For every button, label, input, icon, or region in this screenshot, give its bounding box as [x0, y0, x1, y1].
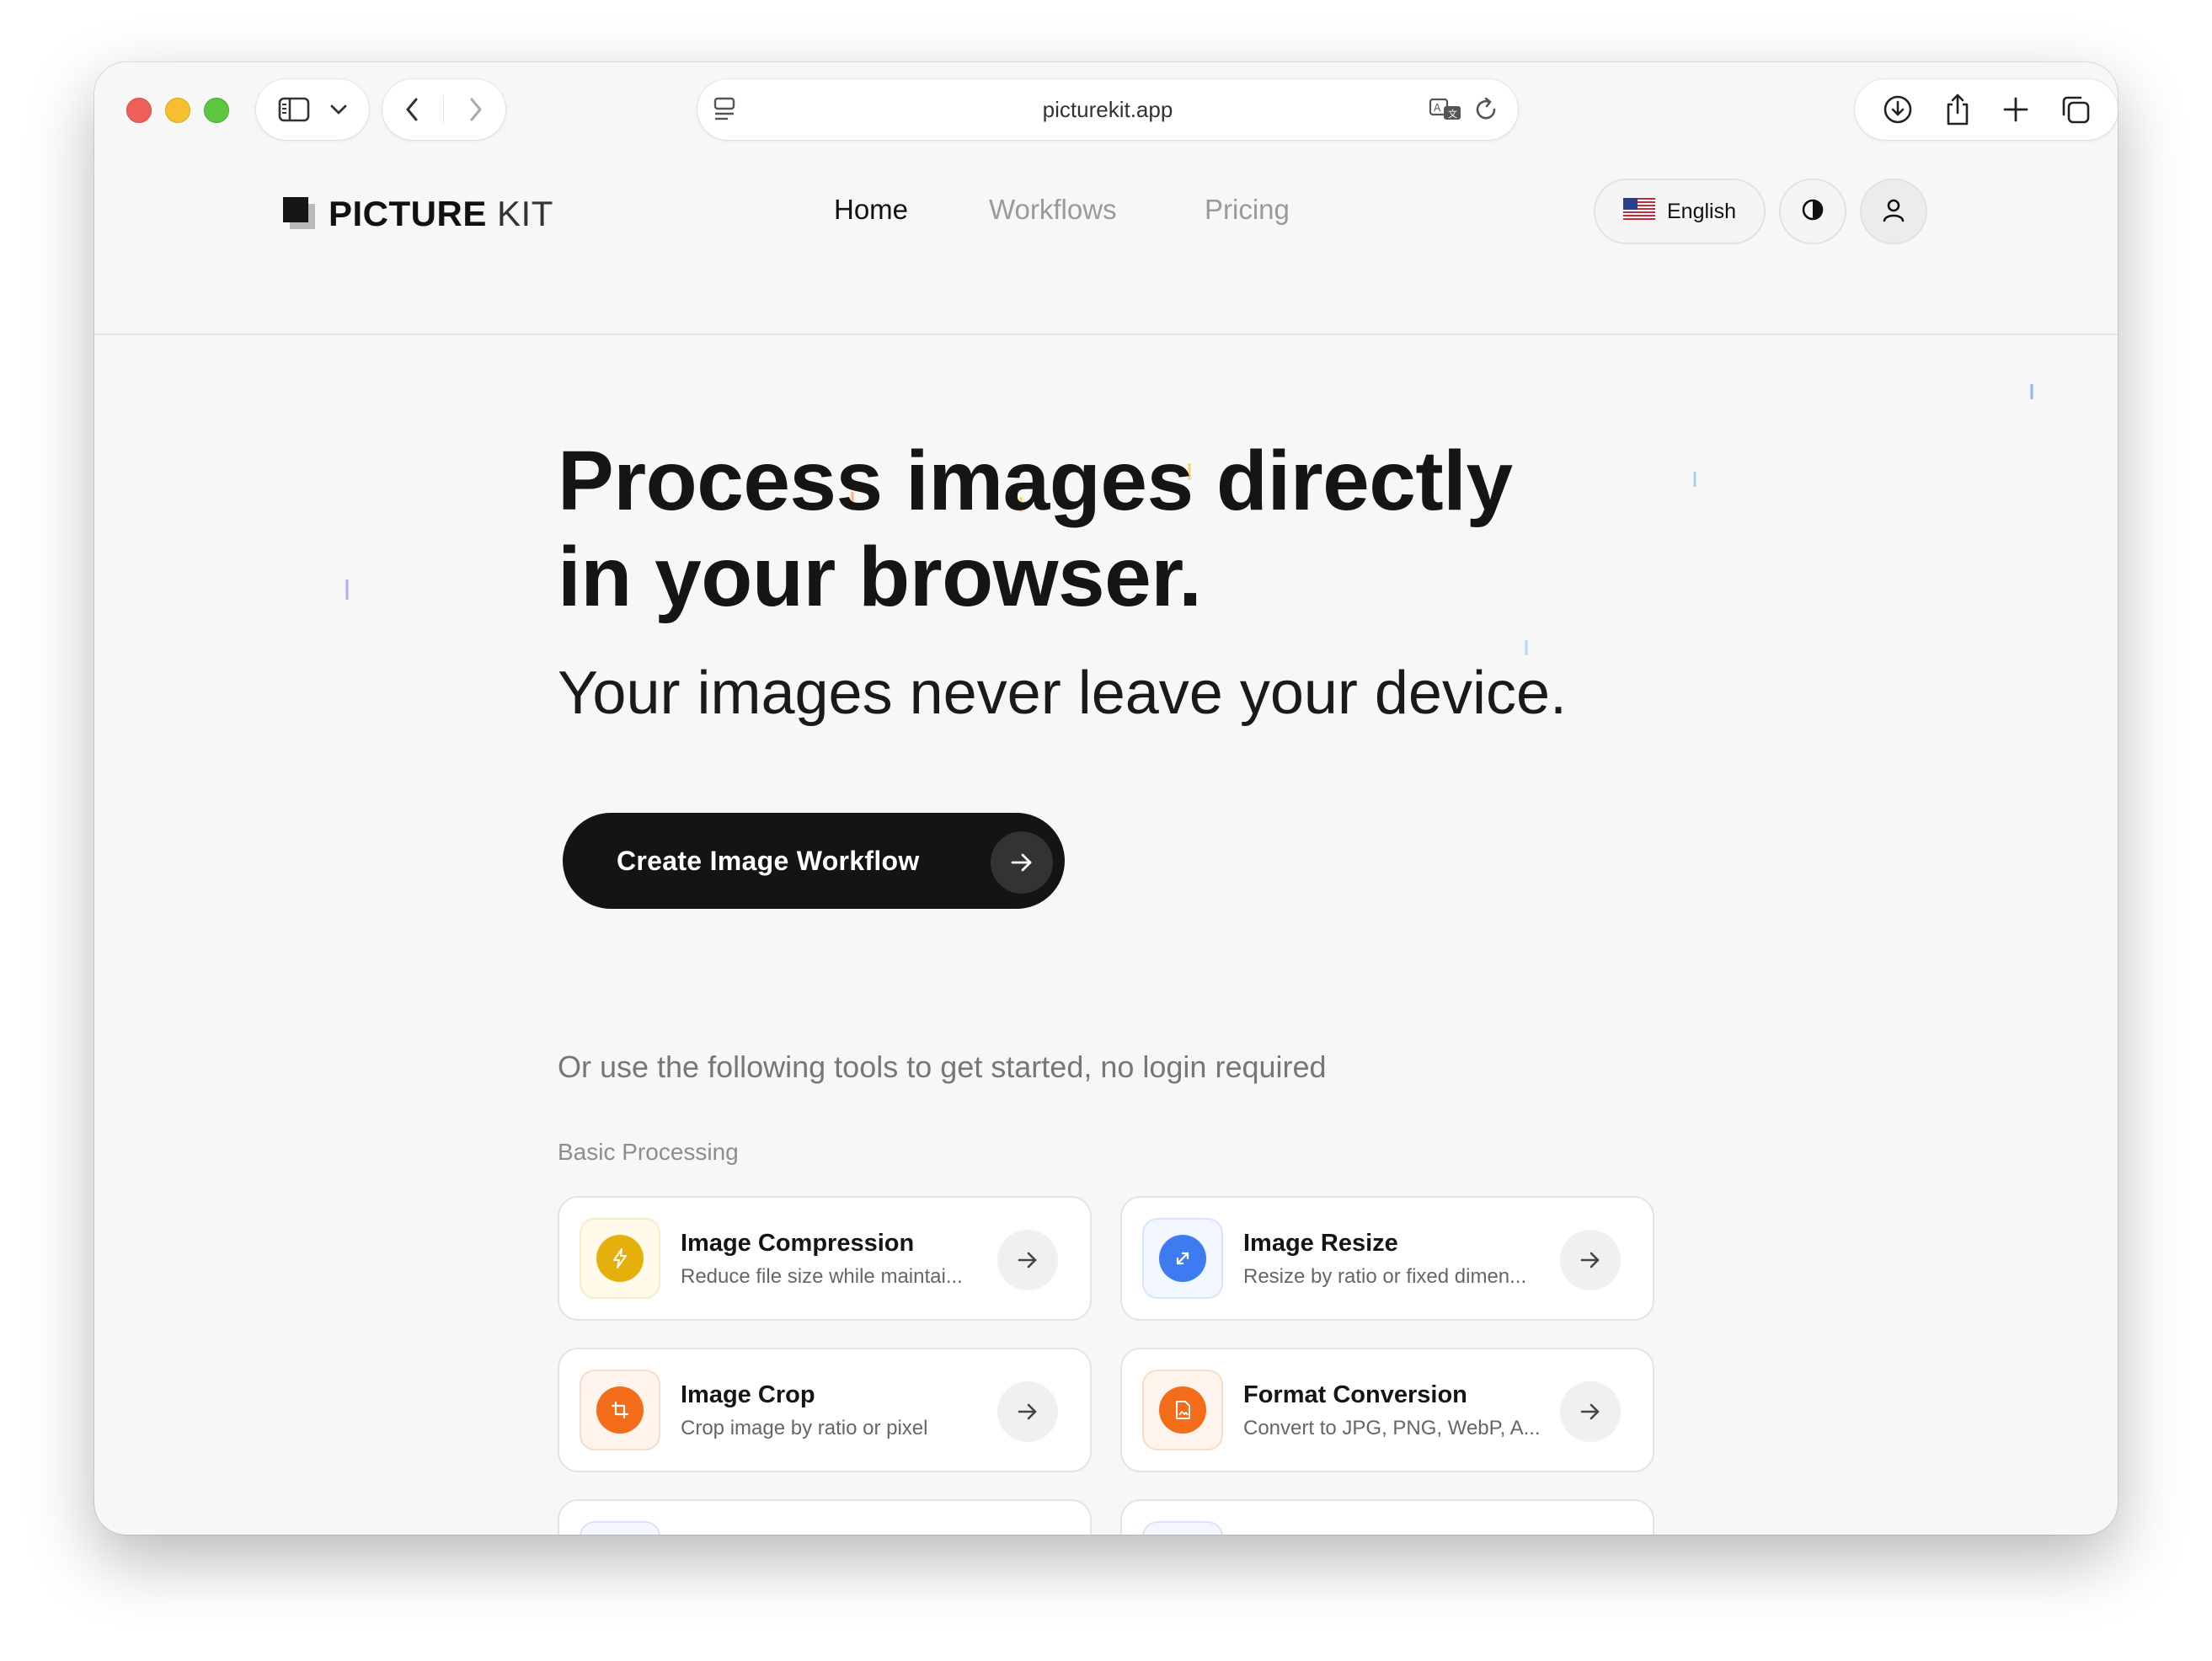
chevron-down-icon[interactable]: [329, 104, 348, 115]
nav-divider: [443, 95, 445, 124]
close-window-button[interactable]: [126, 98, 152, 123]
tab-overview-icon[interactable]: [2060, 94, 2091, 125]
share-icon[interactable]: [1944, 93, 1971, 126]
tool-icon-tile: [580, 1218, 660, 1299]
zoom-window-button[interactable]: [204, 98, 229, 123]
tool-name: Image Compression: [681, 1230, 915, 1257]
language-label: English: [1667, 199, 1736, 223]
tool-icon-tile: [580, 1521, 660, 1535]
svg-text:文: 文: [1448, 108, 1457, 120]
user-icon: [1882, 197, 1905, 227]
language-select-button[interactable]: English: [1594, 179, 1766, 244]
translate-icon[interactable]: A文: [1429, 96, 1462, 123]
browser-toolbar: picturekit.app A文: [94, 62, 2118, 158]
arrow-right-icon[interactable]: [997, 1230, 1058, 1290]
tool-name: Image Resize: [1243, 1230, 1398, 1257]
tool-icon-tile: [1142, 1370, 1223, 1450]
address-bar[interactable]: picturekit.app A文: [697, 79, 1518, 140]
forward-icon[interactable]: [468, 97, 484, 122]
contrast-icon: [1800, 197, 1825, 227]
tool-card-image-resize[interactable]: Image Resize Resize by ratio or fixed di…: [1120, 1196, 1654, 1321]
section-label-basic-processing: Basic Processing: [558, 1139, 739, 1165]
site-logo[interactable]: PICTURE KIT: [283, 194, 553, 234]
account-button[interactable]: [1860, 179, 1927, 244]
hero-subtitle: Your images never leave your device.: [558, 660, 1568, 727]
history-nav-group: [382, 79, 505, 140]
crop-icon: [596, 1386, 644, 1434]
sidebar-icon[interactable]: [278, 97, 310, 122]
hero-title-line2: in your browser.: [558, 530, 1202, 624]
tool-icon-tile: [1142, 1218, 1223, 1299]
tool-card-image-crop[interactable]: Image Crop Crop image by ratio or pixel: [558, 1348, 1092, 1472]
url-text: picturekit.app: [1042, 96, 1173, 122]
tool-icon-tile: [1142, 1521, 1223, 1535]
new-tab-icon[interactable]: [2002, 96, 2029, 123]
tool-card-partial[interactable]: [558, 1499, 1092, 1535]
nav-pricing[interactable]: Pricing: [1205, 194, 1290, 226]
tool-name: Image Crop: [681, 1381, 815, 1408]
arrow-right-icon: [991, 831, 1053, 894]
nav-home[interactable]: Home: [834, 194, 908, 226]
tool-name: Format Conversion: [1243, 1381, 1467, 1408]
logo-text-bold: PICTURE: [329, 194, 487, 233]
create-workflow-button[interactable]: Create Image Workflow: [563, 813, 1065, 909]
theme-toggle-button[interactable]: [1779, 179, 1846, 244]
us-flag-icon: [1623, 197, 1655, 226]
toolbar-actions: [1855, 79, 2118, 140]
logo-mark: [283, 197, 317, 231]
download-icon[interactable]: [1883, 94, 1913, 125]
page-menu-icon[interactable]: [713, 96, 738, 123]
tool-icon-tile: [580, 1370, 660, 1450]
browser-window: picturekit.app A文 PICTURE KIT Home Workf…: [94, 62, 2118, 1535]
logo-text-light: KIT: [497, 194, 553, 233]
tool-description: Reduce file size while maintai...: [681, 1265, 963, 1288]
arrow-right-icon[interactable]: [1560, 1230, 1621, 1290]
reload-icon[interactable]: [1474, 96, 1499, 123]
create-workflow-label: Create Image Workflow: [617, 845, 920, 876]
svg-text:A: A: [1434, 102, 1441, 114]
expand-icon: [1159, 1235, 1206, 1282]
logo-text: PICTURE KIT: [329, 194, 553, 234]
tool-card-image-compression[interactable]: Image Compression Reduce file size while…: [558, 1196, 1092, 1321]
hero-title: Process images directly in your browser.: [558, 433, 1653, 625]
back-icon[interactable]: [404, 97, 419, 122]
tool-card-format-conversion[interactable]: Format Conversion Convert to JPG, PNG, W…: [1120, 1348, 1654, 1472]
tool-description: Crop image by ratio or pixel: [681, 1417, 928, 1439]
arrow-right-icon[interactable]: [1560, 1381, 1621, 1442]
tool-card-partial[interactable]: [1120, 1499, 1654, 1535]
nav-workflows[interactable]: Workflows: [989, 194, 1117, 226]
file-image-icon: [1159, 1386, 1206, 1434]
sidebar-toggle-group: [256, 79, 369, 140]
address-bar-actions: A文: [1429, 96, 1499, 123]
tools-intro: Or use the following tools to get starte…: [558, 1049, 1327, 1084]
lightning-icon: [596, 1235, 644, 1282]
minimize-window-button[interactable]: [165, 98, 190, 123]
arrow-right-icon[interactable]: [997, 1381, 1058, 1442]
hero-title-line1: Process images directly: [558, 434, 1513, 528]
tool-description: Resize by ratio or fixed dimen...: [1243, 1265, 1527, 1288]
tool-description: Convert to JPG, PNG, WebP, A...: [1243, 1417, 1541, 1439]
